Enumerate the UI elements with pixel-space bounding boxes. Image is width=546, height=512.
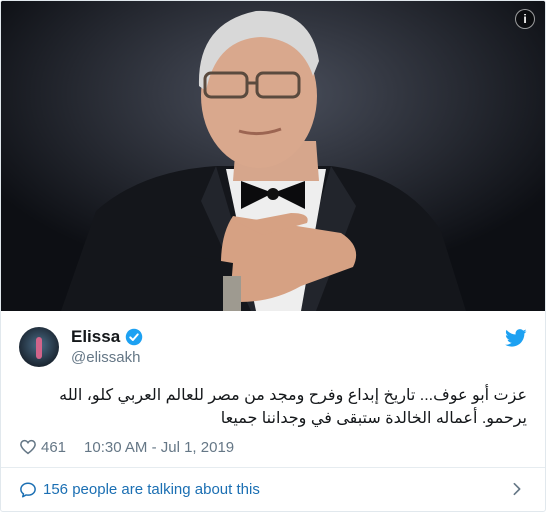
verified-badge-icon	[125, 328, 143, 346]
chevron-right-icon[interactable]	[509, 481, 525, 497]
talking-count-text[interactable]: 156 people are talking about this	[43, 481, 260, 498]
like-count[interactable]: 461	[41, 439, 66, 456]
author-name[interactable]: Elissa	[71, 327, 120, 347]
tweet-text: عزت أبو عوف... تاريخ إبداع وفرح ومجد من …	[59, 387, 527, 427]
speech-bubble-icon	[20, 482, 36, 497]
tweet-meta: 461 10:30 AM - Jul 1, 2019	[19, 438, 234, 456]
conversation-link[interactable]: 156 people are talking about this	[1, 468, 545, 511]
avatar[interactable]	[19, 327, 59, 367]
photo-of-man-in-tuxedo	[1, 1, 545, 311]
tweet-timestamp[interactable]: 10:30 AM - Jul 1, 2019	[84, 439, 234, 456]
info-icon[interactable]: i	[515, 9, 535, 29]
twitter-bird-icon[interactable]	[505, 327, 527, 349]
author-name-row: Elissa	[71, 327, 143, 347]
heart-icon[interactable]	[19, 438, 37, 456]
tweet-author-header: Elissa @elissakh	[19, 321, 527, 375]
author-handle[interactable]: @elissakh	[71, 349, 140, 366]
tweet-photo[interactable]: i	[1, 1, 545, 311]
embedded-tweet-card: i Elissa @elissakh عزت أبو عوف... تاريخ …	[0, 0, 546, 512]
